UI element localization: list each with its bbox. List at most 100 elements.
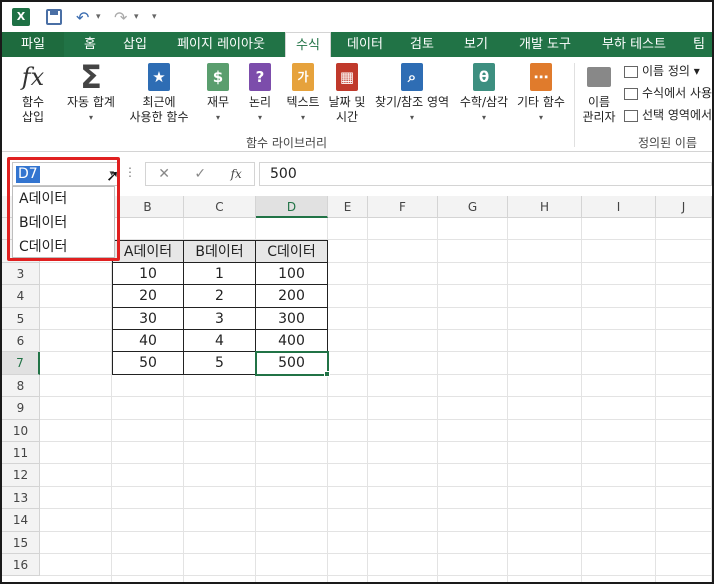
grid-line [40,530,712,532]
formula-input[interactable]: 500 [259,162,712,186]
quick-access-toolbar: X ↶ ▾ ↷ ▾ ▾ [2,2,712,32]
math-book-icon: θ [469,61,499,93]
math-trig-button[interactable]: θ 수학/삼각 ▾ [454,61,514,125]
undo-dropdown-icon[interactable]: ▾ [96,8,101,26]
table-cell[interactable]: 1 [184,262,256,286]
table-cell[interactable]: 100 [256,262,328,286]
logical-button[interactable]: ? 논리 ▾ [242,61,278,125]
table-header-cell[interactable]: A데이터 [112,240,184,263]
column-header-h[interactable]: H [508,196,582,218]
row-header-10[interactable]: 10 [2,419,40,442]
column-header-d[interactable]: D [256,196,328,218]
more-functions-book-icon: ⋯ [526,61,556,93]
column-header-g[interactable]: G [438,196,508,218]
column-header-e[interactable]: E [328,196,368,218]
tab-home[interactable]: 홈 [72,32,108,57]
table-cell[interactable]: 20 [112,285,184,308]
insert-function-button[interactable]: fx 함수 삽입 [10,61,56,125]
mouse-pointer-icon: ➚ [106,166,120,185]
text-button[interactable]: 가 텍스트 ▾ [282,61,324,125]
autosum-button[interactable]: Σ 자동 합계 ▾ [60,61,122,125]
selected-cell[interactable]: 500 [255,351,329,376]
formula-bar-splitter[interactable]: ⋮ [124,165,136,179]
ribbon-formulas: fx 함수 삽입 Σ 자동 합계 ▾ ★ 최근에 사용한 함수 $ 재무 ▾ ?… [2,57,712,152]
row-header-14[interactable]: 14 [2,509,40,532]
grid-line [40,441,712,442]
tab-review[interactable]: 검토 [399,32,445,57]
fx-icon: fx [21,62,45,91]
more-functions-button[interactable]: ⋯ 기타 함수 ▾ [512,61,570,125]
grid-line [40,463,712,465]
save-icon[interactable] [46,8,62,26]
column-header-f[interactable]: F [368,196,438,218]
row-header-12[interactable]: 12 [2,464,40,487]
row-header-11[interactable]: 11 [2,442,40,465]
row-header-4[interactable]: 4 [2,285,40,308]
table-cell[interactable]: 4 [184,330,256,353]
row-header-16[interactable]: 16 [2,554,40,577]
recently-used-button[interactable]: ★ 최근에 사용한 함수 [122,61,196,125]
tab-page-layout[interactable]: 페이지 레이아웃 [162,32,280,57]
calendar-book-icon: ▦ [332,61,362,93]
row-header-7[interactable]: 7 [2,352,40,375]
redo-icon[interactable]: ↷ [114,8,127,27]
row-header-15[interactable]: 15 [2,531,40,554]
name-item-a[interactable]: A데이터 [13,187,114,211]
financial-button[interactable]: $ 재무 ▾ [200,61,236,125]
grid-line [711,218,712,582]
sigma-icon: Σ [80,57,102,96]
grid-line [507,218,508,582]
undo-icon[interactable]: ↶ [76,8,89,27]
enter-icon[interactable]: ✓ [194,166,206,182]
row-header-6[interactable]: 6 [2,330,40,353]
cancel-icon[interactable]: ✕ [158,166,170,182]
tab-view[interactable]: 보기 [453,32,499,57]
name-box[interactable]: D7 ▾ [12,162,118,186]
tab-formulas[interactable]: 수식 [285,32,331,57]
tab-team[interactable]: 팀 [685,32,712,57]
fill-handle[interactable] [324,370,330,377]
customize-qat-icon[interactable]: ▾ [152,8,157,26]
column-header-c[interactable]: C [184,196,256,218]
table-cell[interactable]: 50 [112,352,184,375]
name-item-c[interactable]: C데이터 [13,235,114,259]
text-book-icon: 가 [288,61,318,93]
create-from-selection-icon [624,109,638,122]
table-cell[interactable]: 40 [112,330,184,353]
redo-dropdown-icon[interactable]: ▾ [134,8,139,26]
row-header-8[interactable]: 8 [2,374,40,398]
table-cell[interactable]: 10 [112,262,184,286]
table-cell[interactable]: 400 [256,330,328,353]
lookup-reference-button[interactable]: ⌕ 찾기/참조 영역 ▾ [368,61,456,125]
table-cell[interactable]: 30 [112,307,184,330]
tab-developer[interactable]: 개발 도구 [507,32,583,57]
group-label-function-library: 함수 라이브러리 [246,136,328,150]
column-header-j[interactable]: J [656,196,712,218]
tab-insert[interactable]: 삽입 [114,32,156,57]
use-in-formula-button[interactable]: 수식에서 사용 [624,83,712,103]
name-manager-button[interactable]: 이름 관리자 [578,61,620,125]
create-from-selection-button[interactable]: 선택 영역에서 [624,105,712,125]
tab-data[interactable]: 데이터 [339,32,391,57]
define-name-button[interactable]: 이름 정의 ▾ [624,61,700,81]
table-header-cell[interactable]: C데이터 [256,240,328,263]
row-header-9[interactable]: 9 [2,397,40,420]
column-header-i[interactable]: I [582,196,656,218]
table-cell[interactable]: 300 [256,307,328,330]
date-time-button[interactable]: ▦ 날짜 및 시간 [324,61,370,125]
table-cell[interactable]: 5 [184,352,256,375]
name-item-b[interactable]: B데이터 [13,211,114,235]
column-header-b[interactable]: B [112,196,184,218]
row-header-5[interactable]: 5 [2,307,40,330]
tab-load-test[interactable]: 부하 테스트 [591,32,677,57]
lookup-book-icon: ⌕ [397,61,427,93]
insert-function-icon[interactable]: fx [231,167,242,181]
table-header-cell[interactable]: B데이터 [184,240,256,263]
name-box-value[interactable]: D7 [16,166,40,183]
table-cell[interactable]: 200 [256,285,328,308]
row-header-13[interactable]: 13 [2,486,40,510]
table-cell[interactable]: 2 [184,285,256,308]
row-header-3[interactable]: 3 [2,262,40,286]
tab-file[interactable]: 파일 [2,32,64,57]
table-cell[interactable]: 3 [184,307,256,330]
